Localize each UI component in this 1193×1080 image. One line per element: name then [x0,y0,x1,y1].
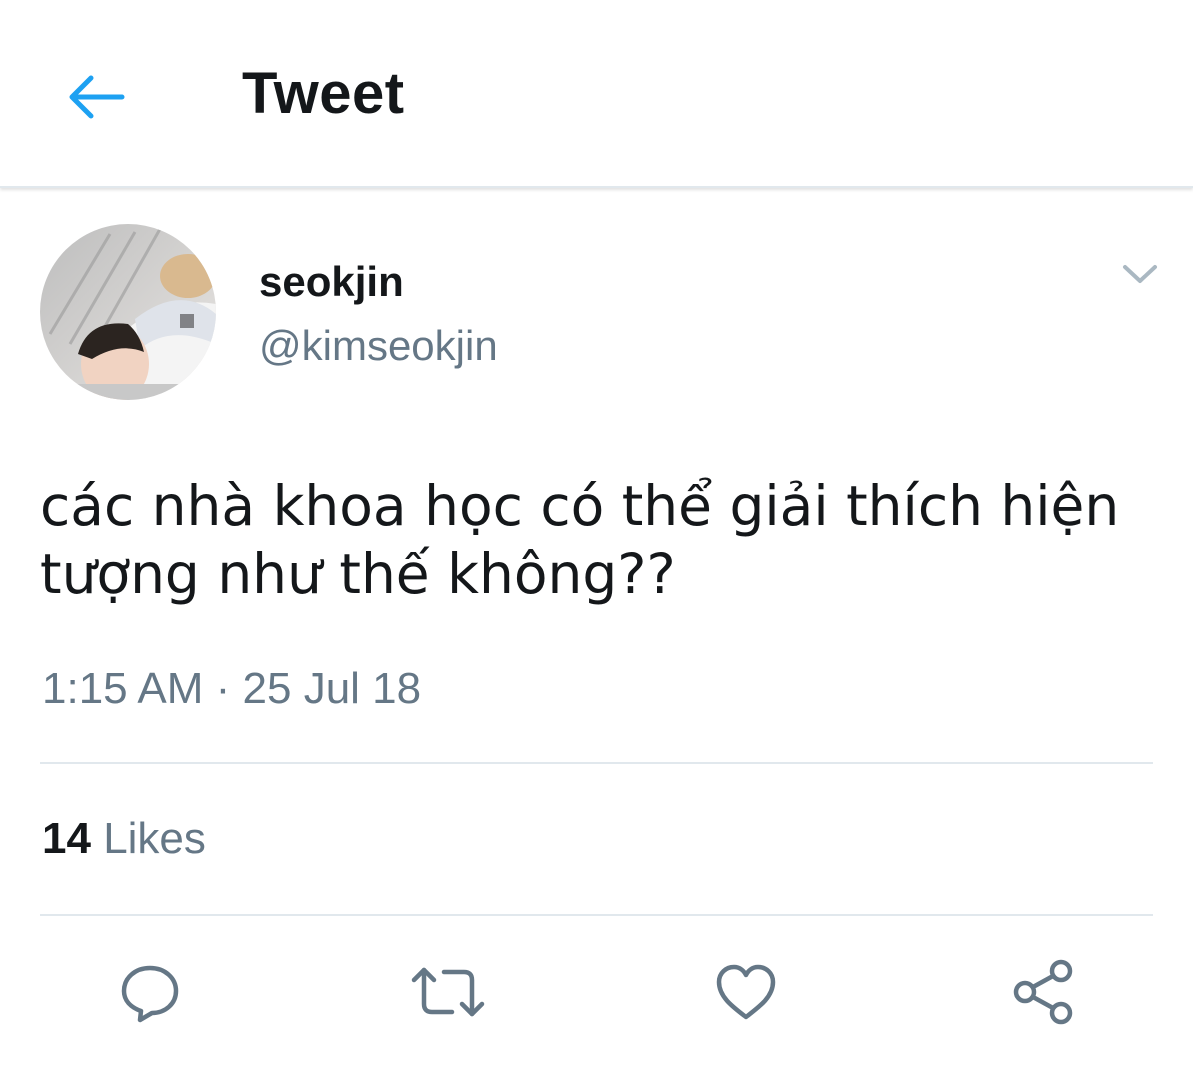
heart-icon [716,964,776,1020]
retweet-icon [411,967,485,1017]
likes-label: Likes [103,814,206,863]
chevron-down-icon [1123,265,1157,283]
author-display-name[interactable]: seokjin [259,258,404,306]
like-button[interactable] [706,952,786,1032]
reply-icon [121,965,179,1023]
tweet-menu-button[interactable] [1112,252,1168,296]
retweet-button[interactable] [408,952,488,1032]
back-button[interactable] [55,62,135,132]
arrow-left-icon [69,75,125,119]
tweet-text: các nhà khoa học có thể giải thích hiện … [40,474,1120,606]
share-icon [1013,959,1073,1025]
avatar[interactable] [40,224,216,400]
page-title: Tweet [242,61,405,126]
reply-button[interactable] [110,952,190,1032]
top-bar: Tweet [0,0,1193,188]
author-handle[interactable]: @kimseokjin [259,322,498,370]
profile-photo [40,224,216,400]
divider [40,762,1153,764]
likes-count: 14 [42,814,91,863]
share-button[interactable] [1004,952,1084,1032]
divider [40,914,1153,916]
likes-stat[interactable]: 14 Likes [42,814,206,864]
tweet-timestamp: 1:15 AM · 25 Jul 18 [42,664,422,713]
